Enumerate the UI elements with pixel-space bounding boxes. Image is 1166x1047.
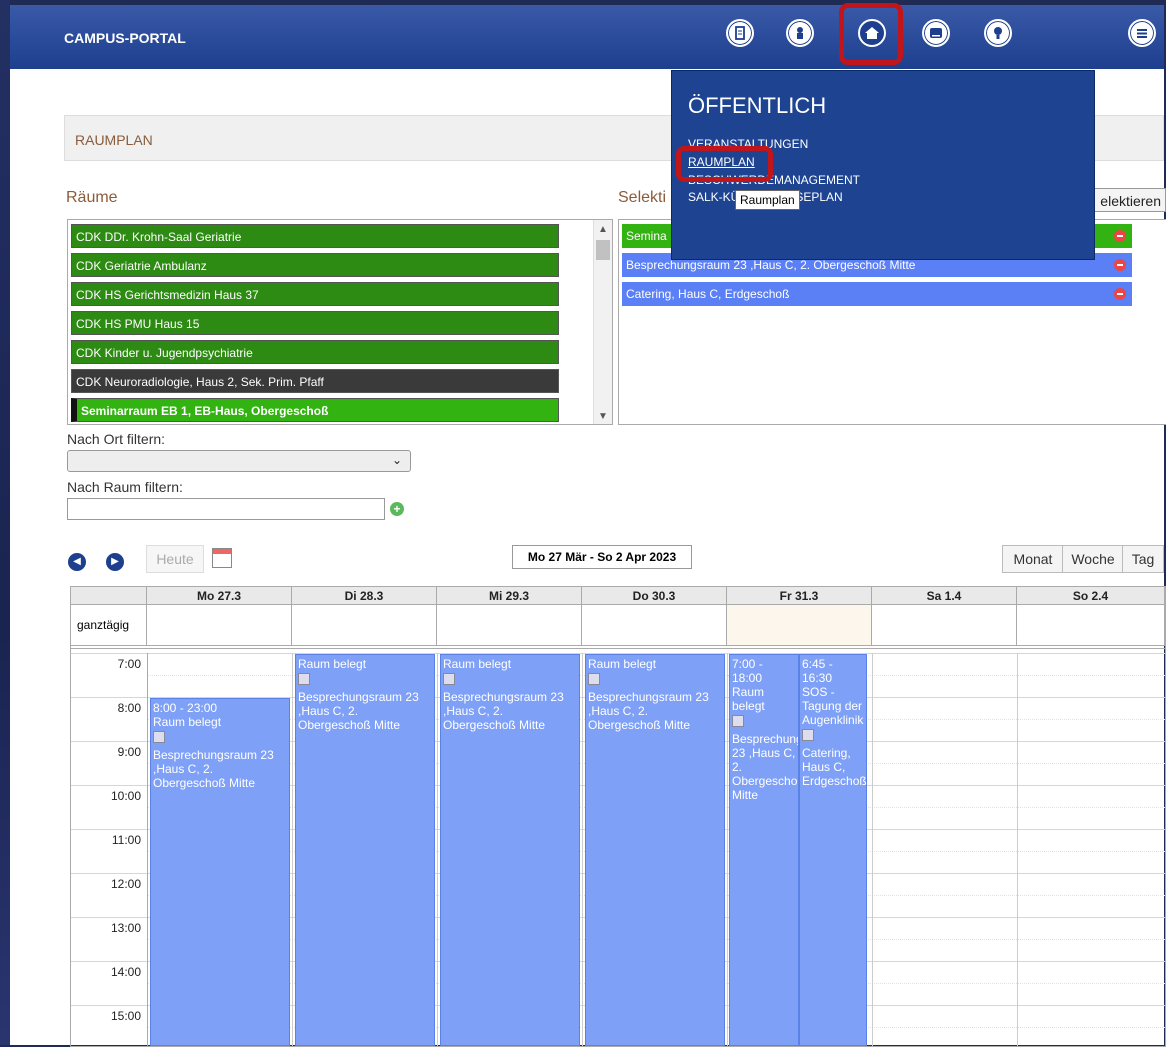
room-item[interactable]: CDK Kinder u. Jugendpsychiatrie [71,340,559,364]
page-left-border [0,0,10,1045]
event-time: 8:00 - 23:00 [153,701,218,715]
menu-icon[interactable] [1128,19,1156,47]
ort-filter-label: Nach Ort filtern: [67,431,166,447]
event-time: 6:45 - 16:30 [802,657,833,685]
scroll-down-icon[interactable]: ▼ [598,411,608,422]
day-header[interactable]: Di 28.3 [292,587,437,605]
calendar-icon[interactable] [212,548,232,568]
day-header[interactable]: Sa 1.4 [872,587,1017,605]
allday-cell[interactable] [292,605,437,645]
event-status: Raum belegt [298,657,367,671]
event-room: Besprechungsraum 23 ,Haus C, 2. Obergesc… [298,690,419,732]
room-icon [802,729,814,741]
date-range-label: Mo 27 Mär - So 2 Apr 2023 [512,545,692,569]
prev-week-button[interactable]: ◀ [68,553,86,571]
tooltip: Raumplan [735,190,800,210]
room-item[interactable]: CDK Neuroradiologie, Haus 2, Sek. Prim. … [71,369,559,393]
dropdown-title: ÖFFENTLICH [688,93,827,118]
page-title: RAUMPLAN [75,132,153,148]
person-icon[interactable] [786,19,814,47]
event-status: Raum belegt [588,657,657,671]
event-room: Besprechungsraum 23 ,Haus C, 2. Obergesc… [732,732,799,802]
today-button[interactable]: Heute [146,545,204,573]
room-icon [732,715,744,727]
scroll-thumb[interactable] [596,240,610,260]
room-item[interactable]: CDK DDr. Krohn-Saal Geriatrie [71,224,559,248]
app-title[interactable]: CAMPUS-PORTAL [64,30,186,46]
room-item[interactable]: CDK HS PMU Haus 15 [71,311,559,335]
event-room: Besprechungsraum 23 ,Haus C, 2. Obergesc… [443,690,564,732]
chevron-down-icon: ⌄ [391,453,402,467]
allday-cell[interactable] [1017,605,1165,645]
day-column[interactable] [872,653,1018,1046]
document-icon[interactable] [726,19,754,47]
day-header[interactable]: Mi 29.3 [437,587,582,605]
view-week-button[interactable]: Woche [1062,545,1124,573]
raum-filter-label: Nach Raum filtern: [67,479,183,495]
rooms-label: Räume [66,189,118,206]
event-time: 7:00 - 18:00 [732,657,763,685]
next-week-button[interactable]: ▶ [106,553,124,571]
selected-room-item[interactable]: Catering, Haus C, Erdgeschoß [622,282,1132,306]
allday-cell[interactable] [872,605,1017,645]
ort-filter-select[interactable]: ⌄ [67,450,411,472]
raumplan-highlight-box [676,146,773,182]
room-listbox[interactable]: CDK DDr. Krohn-Saal Geriatrie CDK Geriat… [67,219,613,425]
scroll-up-icon[interactable]: ▲ [598,224,608,235]
selected-room-label: Semina [626,229,667,243]
time-column-header [71,587,147,605]
event-room: Besprechungsraum 23 ,Haus C, 2. Obergesc… [588,690,709,732]
view-month-button[interactable]: Monat [1002,545,1064,573]
room-item-selected[interactable]: Seminarraum EB 1, EB-Haus, Obergeschoß [71,398,559,422]
day-header[interactable]: Mo 27.3 [147,587,292,605]
event-status: Raum belegt [153,715,222,729]
top-header: CAMPUS-PORTAL [10,3,1164,69]
add-filter-button[interactable]: + [390,502,404,516]
selected-room-label: Catering, Haus C, Erdgeschoß [626,287,790,301]
allday-cell[interactable] [582,605,727,645]
room-icon [153,731,165,743]
selected-room-label: Besprechungsraum 23 ,Haus C, 2. Obergesc… [626,258,916,272]
calendar-event[interactable]: 7:00 - 18:00 Raum belegt Besprechungsrau… [729,654,799,1046]
remove-icon[interactable] [1114,230,1126,242]
calendar-event[interactable]: Raum belegt Besprechungsraum 23 ,Haus C,… [440,654,580,1046]
room-item[interactable]: CDK HS Gerichtsmedizin Haus 37 [71,282,559,306]
calendar-event[interactable]: 8:00 - 23:00 Raum belegt Besprechungsrau… [150,698,290,1046]
allday-label: ganztägig [71,605,147,645]
lightbulb-icon[interactable] [984,19,1012,47]
allday-row: ganztägig [71,605,1165,649]
room-list-scrollbar[interactable]: ▲ ▼ [593,220,612,424]
calendar-event[interactable]: Raum belegt Besprechungsraum 23 ,Haus C,… [295,654,435,1046]
remove-icon[interactable] [1114,288,1126,300]
day-column[interactable] [1017,653,1165,1046]
room-item[interactable]: CDK Geriatrie Ambulanz [71,253,559,277]
allday-cell[interactable] [147,605,292,645]
day-header[interactable]: Fr 31.3 [727,587,872,605]
event-status: Raum belegt [732,685,765,713]
event-status: Raum belegt [443,657,512,671]
event-room: Besprechungsraum 23 ,Haus C, 2. Obergesc… [153,748,274,790]
allday-cell-today[interactable] [727,605,872,645]
calendar-event[interactable]: 6:45 - 16:30 SOS - Tagung der Augenklini… [799,654,867,1046]
view-day-button[interactable]: Tag [1122,545,1164,573]
event-room: Catering, Haus C, Erdgeschoß [802,746,867,788]
room-icon [588,673,600,685]
week-calendar: Mo 27.3 Di 28.3 Mi 29.3 Do 30.3 Fr 31.3 … [70,586,1166,1047]
event-status: SOS - Tagung der Augenklinik [802,685,864,727]
remove-icon[interactable] [1114,259,1126,271]
raum-filter-input[interactable] [67,498,385,520]
allday-cell[interactable] [437,605,582,645]
room-icon [298,673,310,685]
time-column [71,653,148,1046]
select-button[interactable]: elektieren [1086,188,1166,212]
day-header[interactable]: Do 30.3 [582,587,727,605]
selection-label: Selekti [618,189,667,206]
calendar-event[interactable]: Raum belegt Besprechungsraum 23 ,Haus C,… [585,654,725,1046]
inbox-icon[interactable] [922,19,950,47]
home-highlight-box [839,3,903,65]
day-header[interactable]: So 2.4 [1017,587,1165,605]
room-icon [443,673,455,685]
